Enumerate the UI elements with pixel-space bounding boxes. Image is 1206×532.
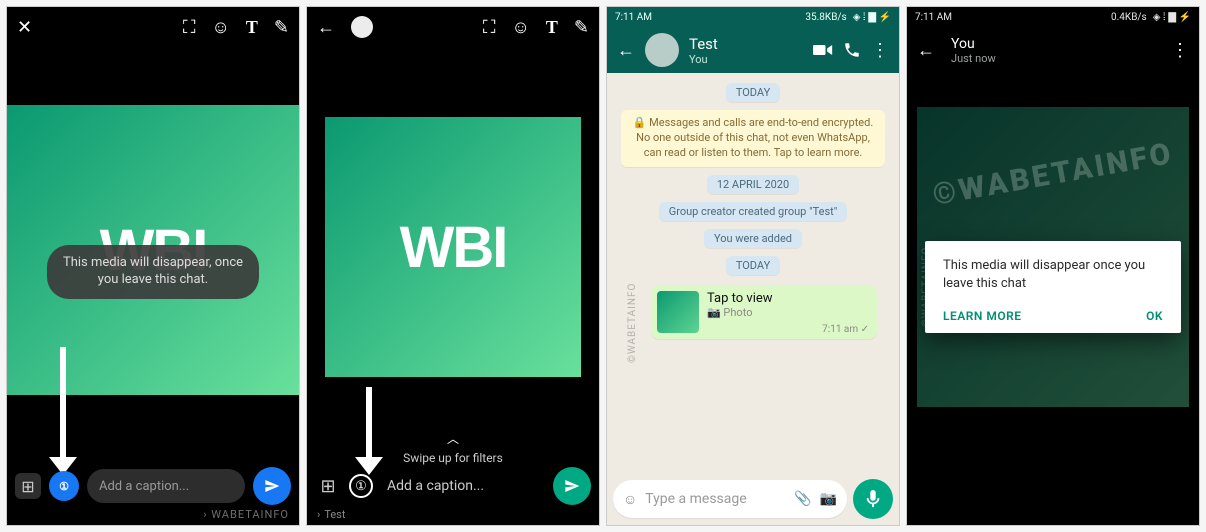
back-icon[interactable]: ← xyxy=(917,40,935,61)
editor-bottombar: ⊞ ① Add a caption... xyxy=(7,461,299,509)
send-button[interactable] xyxy=(553,467,591,505)
pencil-icon[interactable]: ✎ xyxy=(274,17,289,38)
chat-subtitle: You xyxy=(689,53,803,66)
watermark: › WABETAINFO xyxy=(203,508,289,521)
back-icon[interactable]: ← xyxy=(617,40,635,61)
add-media-button[interactable]: ⊞ xyxy=(15,473,41,499)
media-preview: WBI xyxy=(325,117,581,377)
status-bar: 7:11 AM 0.4KB/s ◈ ⵂ ▇ ⚡ xyxy=(907,7,1199,27)
encryption-notice[interactable]: 🔒 Messages and calls are end-to-end encr… xyxy=(621,110,885,167)
status-time: 7:11 AM xyxy=(915,12,952,23)
recipient-avatar xyxy=(351,16,373,38)
crop-icon[interactable]: ⛶ xyxy=(183,17,196,38)
back-icon[interactable]: ← xyxy=(317,17,335,38)
recipient-name: Test xyxy=(324,508,345,521)
chat-body: TODAY 🔒 Messages and calls are end-to-en… xyxy=(607,73,899,477)
view-once-alert-screen: 7:11 AM 0.4KB/s ◈ ⵂ ▇ ⚡ ← You Just now ⋮… xyxy=(906,6,1200,526)
learn-more-button[interactable]: LEARN MORE xyxy=(943,309,1022,323)
caption-placeholder: Add a caption... xyxy=(99,479,189,494)
attach-icon[interactable]: 📎 xyxy=(794,491,811,507)
message-time: 7:11 am ✓ xyxy=(822,324,869,335)
text-tool-icon[interactable]: T xyxy=(546,17,558,38)
status-bar: 7:11 AM 35.8KB/s ◈ ⵂ ▇ ⚡ xyxy=(607,7,899,27)
chat-screen: 7:11 AM 35.8KB/s ◈ ⵂ ▇ ⚡ ← Test You ⋮ TO… xyxy=(606,6,900,526)
emoji-icon[interactable]: ☺ xyxy=(623,491,637,508)
status-time: 7:11 AM xyxy=(615,12,652,23)
media-editor-screen-1: ✕ ⛶ ☺ T ✎ WBI This media will disappear,… xyxy=(6,6,300,526)
date-chip: 12 APRIL 2020 xyxy=(707,175,799,194)
view-once-toggle[interactable]: ① xyxy=(49,471,79,501)
message-input[interactable]: ☺ Type a message 📎 📷 xyxy=(613,480,847,518)
caption-placeholder: Add a caption... xyxy=(387,478,484,494)
pencil-icon[interactable]: ✎ xyxy=(574,17,589,38)
crop-icon[interactable]: ⛶ xyxy=(483,17,496,38)
status-speed: 35.8KB/s xyxy=(805,12,846,23)
tooltip-text: This media will disappear, once you leav… xyxy=(63,255,243,287)
view-once-message[interactable]: Tap to view 📷 Photo 7:11 am ✓ xyxy=(651,285,877,339)
sent-time: Just now xyxy=(951,52,1155,65)
chat-title-area[interactable]: Test You xyxy=(689,35,803,66)
caption-input[interactable]: Add a caption... xyxy=(381,478,545,494)
message-label: Tap to view xyxy=(707,291,773,306)
voice-call-icon[interactable] xyxy=(843,41,861,59)
editor-bottombar: ⊞ ① Add a caption... xyxy=(307,461,599,509)
status-speed: 0.4KB/s xyxy=(1111,12,1147,23)
send-icon xyxy=(264,478,280,494)
emoji-icon[interactable]: ☺ xyxy=(212,17,230,38)
text-tool-icon[interactable]: T xyxy=(246,17,258,38)
more-icon[interactable]: ⋮ xyxy=(871,40,889,61)
disappear-dialog: This media will disappear once you leave… xyxy=(925,241,1181,333)
message-sublabel: 📷 Photo xyxy=(707,306,773,319)
more-icon[interactable]: ⋮ xyxy=(1171,40,1189,61)
dialog-message: This media will disappear once you leave… xyxy=(943,257,1163,293)
input-placeholder: Type a message xyxy=(645,491,786,507)
message-thumbnail xyxy=(657,291,699,333)
recipient-line[interactable]: › Test xyxy=(307,506,355,523)
video-call-icon[interactable] xyxy=(813,43,833,57)
close-icon[interactable]: ✕ xyxy=(17,17,32,38)
chat-avatar[interactable] xyxy=(645,33,679,67)
pointer-arrow-icon xyxy=(49,347,77,475)
caption-input[interactable]: Add a caption... xyxy=(87,469,245,503)
ok-button[interactable]: OK xyxy=(1146,309,1163,323)
camera-icon[interactable]: 📷 xyxy=(820,491,837,507)
emoji-icon[interactable]: ☺ xyxy=(512,17,530,38)
system-chip: Group creator created group "Test" xyxy=(659,202,848,221)
mic-icon xyxy=(866,490,880,508)
media-editor-screen-2: ← ⛶ ☺ T ✎ WBI ︿ Swipe up for filters ⊞ ①… xyxy=(306,6,600,526)
add-media-button[interactable]: ⊞ xyxy=(315,473,341,499)
mic-button[interactable] xyxy=(853,479,893,519)
wbi-logo: WBI xyxy=(400,214,507,281)
chat-header: ← Test You ⋮ xyxy=(607,27,899,73)
disappearing-tooltip: This media will disappear, once you leav… xyxy=(47,245,259,299)
watermark: ©WABETAINFO xyxy=(627,283,638,363)
chevron-up-icon: ︿ xyxy=(307,430,599,447)
date-chip: TODAY xyxy=(726,83,780,102)
view-once-toggle[interactable]: ① xyxy=(349,474,373,498)
chat-input-bar: ☺ Type a message 📎 📷 xyxy=(613,479,893,519)
sender-name: You xyxy=(951,36,1155,52)
system-chip: You were added xyxy=(704,229,802,248)
editor-topbar: ← ⛶ ☺ T ✎ xyxy=(307,7,599,47)
viewer-header: ← You Just now ⋮ xyxy=(907,27,1199,73)
chat-title: Test xyxy=(689,35,803,53)
wifi-icon: ◈ ⵂ ▇ ⚡ xyxy=(1153,12,1191,23)
send-button[interactable] xyxy=(253,467,291,505)
date-chip: TODAY xyxy=(726,256,780,275)
send-icon xyxy=(564,478,580,494)
wifi-icon: ◈ ⵂ ▇ ⚡ xyxy=(853,12,891,23)
editor-topbar: ✕ ⛶ ☺ T ✎ xyxy=(7,7,299,47)
